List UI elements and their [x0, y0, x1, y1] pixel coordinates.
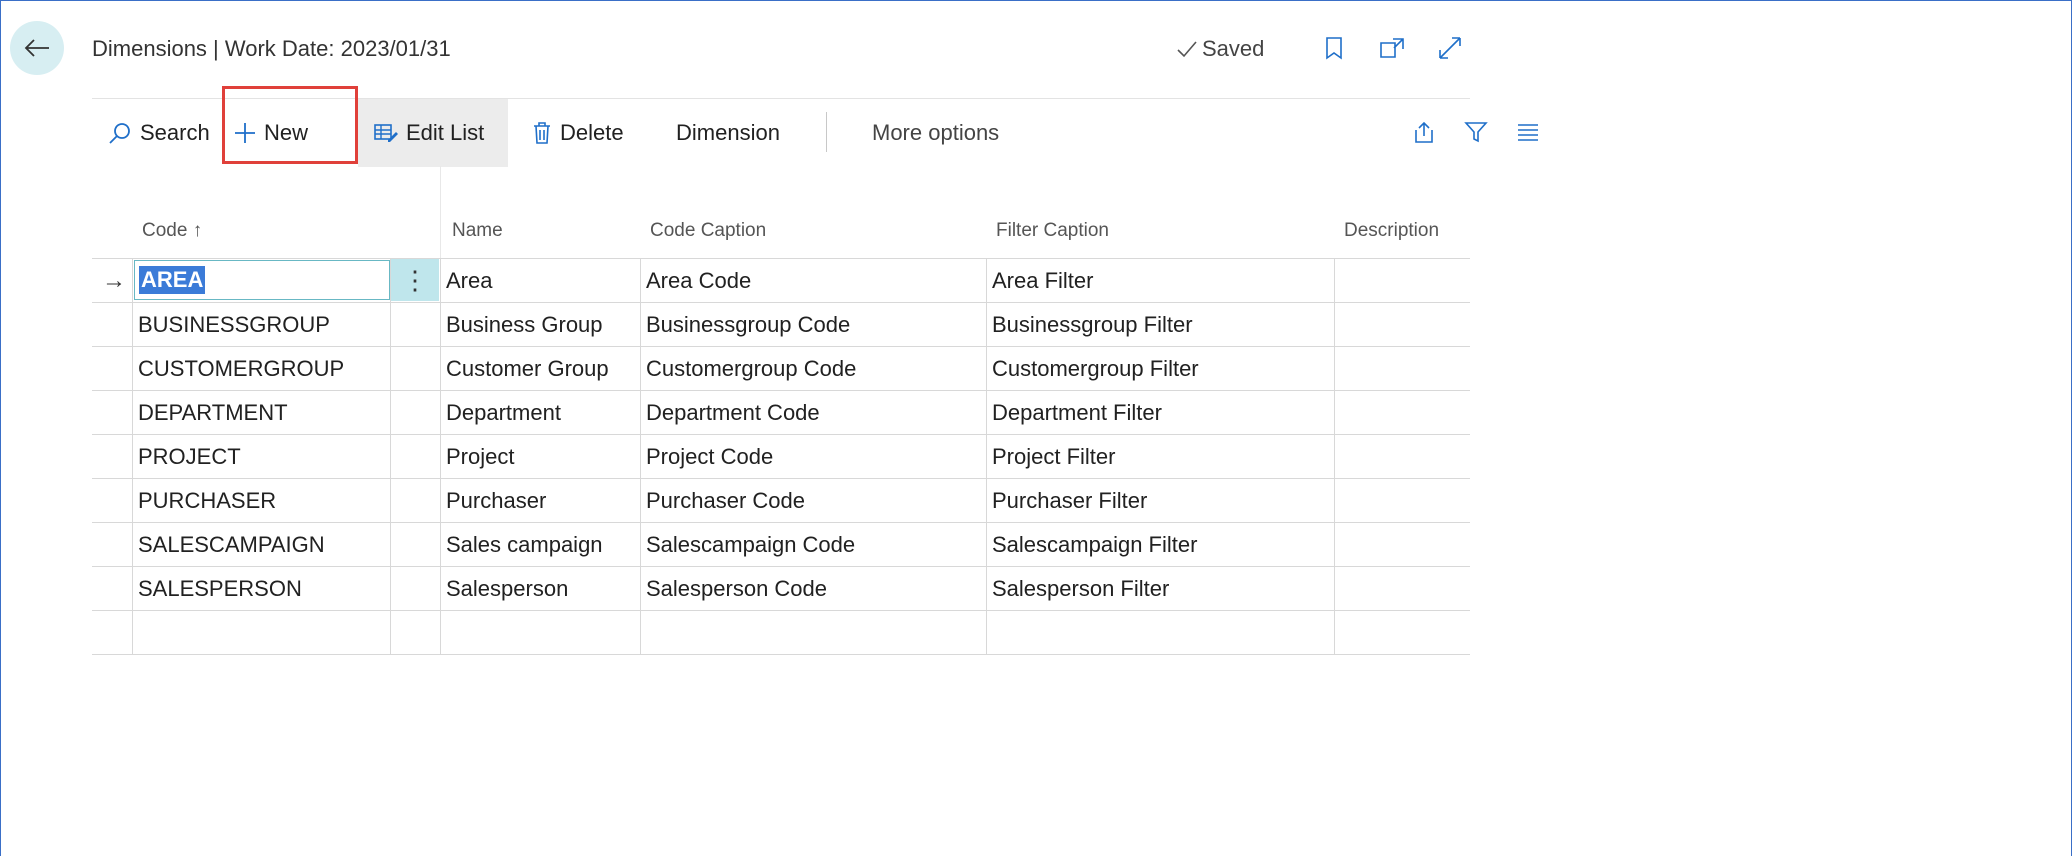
page-title: Dimensions | Work Date: 2023/01/31: [92, 36, 451, 61]
column-header-filter-caption[interactable]: Filter Caption: [996, 220, 1109, 242]
filter-caption-cell[interactable]: Salescampaign Filter: [992, 523, 1197, 566]
share-icon[interactable]: [1410, 118, 1438, 146]
code-caption-cell[interactable]: Salesperson Code: [646, 567, 827, 610]
current-row-arrow-icon: →: [102, 267, 126, 294]
edit-list-icon: [374, 123, 398, 143]
code-cell[interactable]: PURCHASER: [138, 479, 276, 522]
code-cell[interactable]: SALESPERSON: [138, 567, 302, 610]
name-cell[interactable]: Customer Group: [446, 347, 609, 390]
dimensions-table: → AREA ⋮ Area Area Code Area Filter BUSI…: [92, 258, 1470, 655]
back-arrow-icon: [24, 39, 49, 57]
search-icon: [108, 121, 132, 145]
name-cell[interactable]: Salesperson: [446, 567, 568, 610]
code-cell[interactable]: CUSTOMERGROUP: [138, 347, 344, 390]
name-cell[interactable]: Purchaser: [446, 479, 546, 522]
code-cell[interactable]: BUSINESSGROUP: [138, 303, 330, 346]
saved-status: Saved: [1176, 36, 1264, 62]
dimension-label: Dimension: [676, 120, 780, 145]
column-header-code[interactable]: Code ↑: [142, 220, 202, 242]
code-caption-cell[interactable]: Area Code: [646, 259, 751, 302]
filter-caption-cell[interactable]: Businessgroup Filter: [992, 303, 1193, 346]
table-row[interactable]: PURCHASER Purchaser Purchaser Code Purch…: [92, 479, 1470, 523]
search-button[interactable]: Search: [108, 99, 210, 167]
new-button[interactable]: New: [234, 99, 308, 167]
filter-caption-cell[interactable]: Project Filter: [992, 435, 1115, 478]
table-row[interactable]: SALESCAMPAIGN Sales campaign Salescampai…: [92, 523, 1470, 567]
code-caption-cell[interactable]: Salescampaign Code: [646, 523, 855, 566]
code-caption-cell[interactable]: Department Code: [646, 391, 820, 434]
code-cell[interactable]: DEPARTMENT: [138, 391, 288, 434]
action-separator: [826, 112, 827, 152]
trash-icon: [532, 121, 552, 145]
table-header: Code ↑ Name Code Caption Filter Caption …: [0, 210, 2072, 254]
bookmark-icon[interactable]: [1320, 34, 1348, 62]
new-label: New: [264, 120, 309, 145]
table-row[interactable]: SALESPERSON Salesperson Salesperson Code…: [92, 567, 1470, 611]
check-icon: [1177, 41, 1197, 58]
more-options-button[interactable]: More options: [872, 99, 999, 167]
filter-caption-cell[interactable]: Department Filter: [992, 391, 1162, 434]
name-cell[interactable]: Business Group: [446, 303, 603, 346]
code-value: AREA: [139, 266, 206, 294]
delete-button[interactable]: Delete: [532, 99, 624, 167]
filter-icon[interactable]: [1462, 118, 1490, 146]
table-row[interactable]: → AREA ⋮ Area Area Code Area Filter: [92, 258, 1470, 303]
table-row-empty[interactable]: [92, 611, 1470, 655]
column-header-description[interactable]: Description: [1344, 220, 1439, 242]
name-cell[interactable]: Department: [446, 391, 561, 434]
more-options-label: More options: [872, 120, 1000, 145]
action-bar: Search New Edit List Delete Dimension Mo…: [92, 98, 1470, 167]
delete-label: Delete: [560, 120, 624, 145]
code-cell[interactable]: PROJECT: [138, 435, 241, 478]
row-menu-icon[interactable]: ⋮: [391, 259, 439, 301]
code-caption-cell[interactable]: Project Code: [646, 435, 773, 478]
column-header-name[interactable]: Name: [452, 220, 503, 242]
column-header-code-caption[interactable]: Code Caption: [650, 220, 766, 242]
name-cell[interactable]: Project: [446, 435, 514, 478]
code-caption-cell[interactable]: Businessgroup Code: [646, 303, 850, 346]
search-label: Search: [140, 120, 210, 145]
plus-icon: [234, 122, 256, 144]
code-caption-cell[interactable]: Purchaser Code: [646, 479, 805, 522]
filter-caption-cell[interactable]: Salesperson Filter: [992, 567, 1169, 610]
table-row[interactable]: DEPARTMENT Department Department Code De…: [92, 391, 1470, 435]
expand-icon[interactable]: [1436, 34, 1464, 62]
dimension-menu-button[interactable]: Dimension: [676, 99, 780, 167]
saved-label: Saved: [1202, 36, 1265, 61]
code-cell[interactable]: SALESCAMPAIGN: [138, 523, 325, 566]
table-row[interactable]: PROJECT Project Project Code Project Fil…: [92, 435, 1470, 479]
filter-caption-cell[interactable]: Customergroup Filter: [992, 347, 1199, 390]
table-row[interactable]: CUSTOMERGROUP Customer Group Customergro…: [92, 347, 1470, 391]
filter-caption-cell[interactable]: Area Filter: [992, 259, 1093, 302]
code-caption-cell[interactable]: Customergroup Code: [646, 347, 856, 390]
filter-caption-cell[interactable]: Purchaser Filter: [992, 479, 1147, 522]
name-cell[interactable]: Area: [446, 259, 492, 302]
back-button[interactable]: [10, 21, 64, 75]
code-cell-selected[interactable]: AREA: [134, 260, 390, 300]
list-view-icon[interactable]: [1514, 118, 1542, 146]
edit-list-label: Edit List: [406, 120, 485, 145]
open-new-window-icon[interactable]: [1378, 34, 1406, 62]
table-row[interactable]: BUSINESSGROUP Business Group Businessgro…: [92, 303, 1470, 347]
name-cell[interactable]: Sales campaign: [446, 523, 603, 566]
edit-list-button[interactable]: Edit List: [358, 99, 508, 167]
